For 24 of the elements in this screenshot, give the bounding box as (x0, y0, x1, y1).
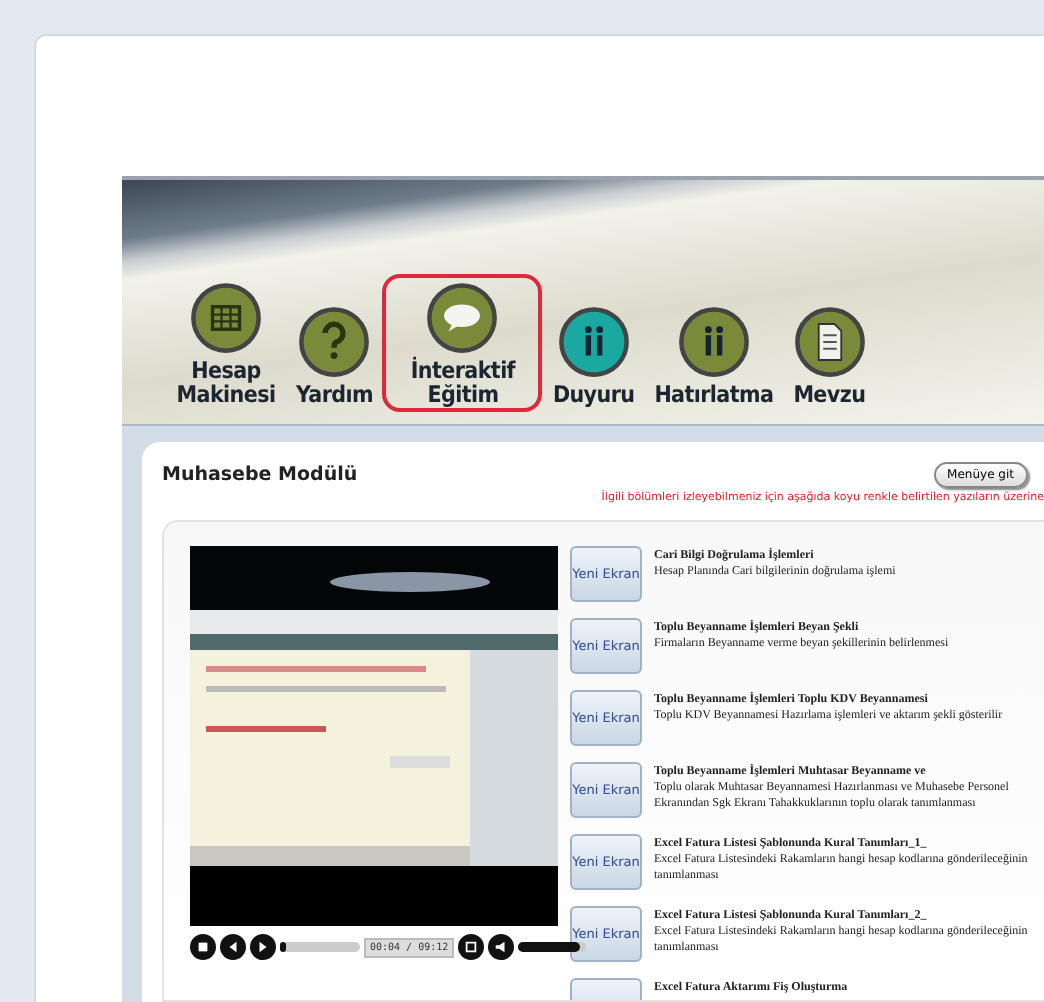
info-icon (677, 306, 750, 378)
toolbar-button[interactable]: Yardım (286, 298, 383, 412)
progress-slider[interactable] (280, 942, 360, 952)
toolbar-button[interactable]: Duyuru (542, 298, 645, 412)
module-title: Muhasebe Modülü (162, 464, 358, 486)
info-icon (557, 306, 630, 378)
volume-button[interactable] (488, 934, 515, 960)
stop-icon (196, 940, 210, 954)
toolbar-button[interactable]: Hatırlatma (644, 298, 784, 412)
toolbar-button[interactable]: Mevzu (783, 298, 876, 412)
toolbar-button[interactable]: İnteraktif Eğitim (382, 274, 543, 412)
play-icon (256, 940, 270, 954)
fullscreen-button[interactable] (458, 934, 485, 960)
square-icon (464, 940, 479, 954)
play-button[interactable] (250, 934, 276, 960)
stop-button[interactable] (190, 934, 216, 960)
calculator-icon (190, 282, 262, 354)
speaker-icon (494, 940, 509, 954)
toolbar-button[interactable]: Hesap Makinesi (166, 274, 286, 412)
previous-icon (226, 940, 240, 954)
document-icon (793, 306, 866, 378)
previous-button[interactable] (220, 934, 246, 960)
chat-icon (426, 282, 499, 354)
help-icon (298, 306, 371, 378)
